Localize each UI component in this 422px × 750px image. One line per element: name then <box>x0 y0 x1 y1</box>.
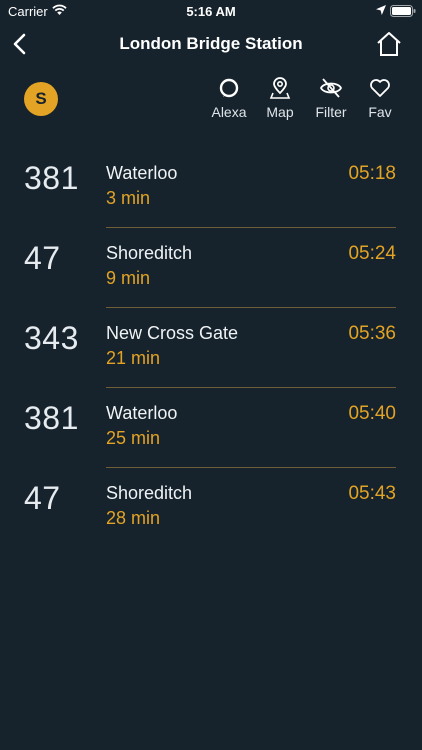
wait-time: 21 min <box>106 348 161 368</box>
battery-icon <box>390 5 416 17</box>
departure-row[interactable]: 47 Shoreditch 9 min 05:24 <box>0 228 422 308</box>
wait-time: 28 min <box>106 508 161 528</box>
clock: 5:16 AM <box>186 4 236 19</box>
departure-time: 05:36 <box>348 323 396 344</box>
route-number: 381 <box>24 160 79 196</box>
destination: New Cross Gate <box>106 323 239 343</box>
home-button[interactable] <box>375 30 403 58</box>
map-label: Map <box>266 104 294 120</box>
destination: Waterloo <box>106 163 178 183</box>
departures-list: 381 Waterloo 3 min 05:18 47 Shoreditch 9… <box>0 148 422 548</box>
service-badge: S <box>24 82 58 116</box>
departure-row[interactable]: 47 Shoreditch 28 min 05:43 <box>0 468 422 548</box>
route-number: 47 <box>24 240 61 276</box>
back-button[interactable] <box>8 30 32 58</box>
alexa-icon <box>219 78 239 98</box>
wait-time: 3 min <box>106 188 151 208</box>
departure-row[interactable]: 381 Waterloo 25 min 05:40 <box>0 388 422 468</box>
location-arrow-icon <box>376 5 386 15</box>
departure-row[interactable]: 381 Waterloo 3 min 05:18 <box>0 148 422 228</box>
departure-time: 05:43 <box>348 483 396 504</box>
route-number: 47 <box>24 480 61 516</box>
eye-slash-icon <box>319 78 343 98</box>
wait-time: 9 min <box>106 268 151 288</box>
destination: Shoreditch <box>106 243 193 263</box>
map-pin-icon <box>269 77 291 99</box>
departure-row[interactable]: 343 New Cross Gate 21 min 05:36 <box>0 308 422 388</box>
map-button[interactable]: Map <box>256 76 304 120</box>
alexa-button[interactable]: Alexa <box>205 76 253 120</box>
departure-time: 05:18 <box>348 163 396 184</box>
heart-icon <box>370 79 390 97</box>
fav-label: Fav <box>368 104 392 120</box>
departure-time: 05:24 <box>348 243 396 264</box>
filter-label: Filter <box>315 104 347 120</box>
departure-time: 05:40 <box>348 403 396 424</box>
favourite-button[interactable]: Fav <box>356 76 404 120</box>
status-bar: Carrier 5:16 AM <box>0 0 422 22</box>
wait-time: 25 min <box>106 428 161 448</box>
navigation-bar: London Bridge Station <box>0 26 422 62</box>
destination: Shoreditch <box>106 483 193 503</box>
destination: Waterloo <box>106 403 178 423</box>
route-number: 381 <box>24 400 79 436</box>
route-number: 343 <box>24 320 79 356</box>
alexa-label: Alexa <box>211 104 247 120</box>
station-toolbar: S Alexa Map Filter Fav <box>0 76 422 128</box>
filter-button[interactable]: Filter <box>307 76 355 120</box>
page-title: London Bridge Station <box>119 34 303 53</box>
